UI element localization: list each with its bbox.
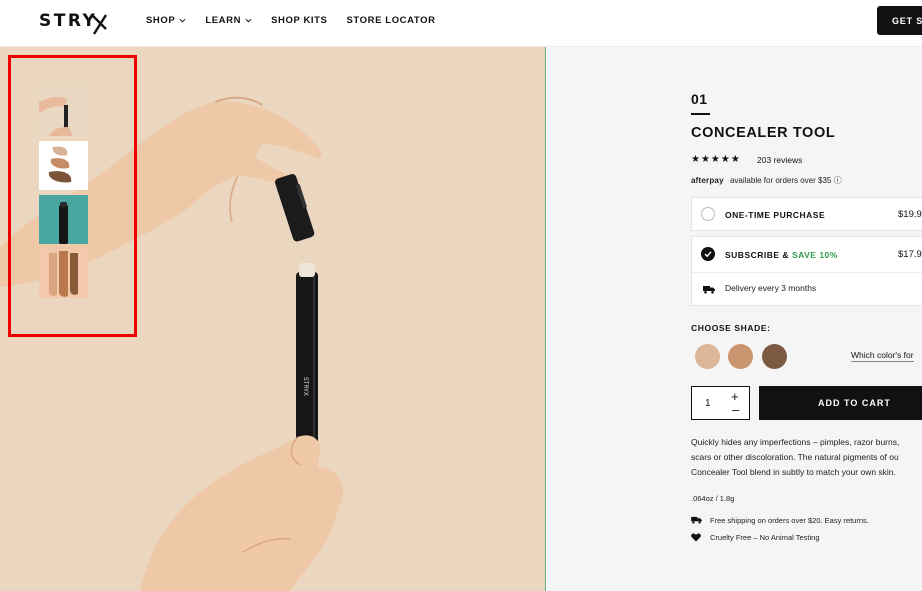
one-time-purchase-option[interactable]: ONE-TIME PURCHASE $19.9 [691,197,922,231]
nav-shop[interactable]: SHOP [146,15,186,26]
radio-unchecked-icon[interactable] [701,207,715,221]
heart-icon [691,533,701,542]
logo-x-mark [91,14,108,35]
description-line: Concealer Tool blend in subtly to match … [691,467,896,477]
description-line: Quickly hides any imperfections – pimple… [691,437,900,447]
afterpay-logo: afterpay [691,176,724,185]
description-line: scars or other discoloration. The natura… [691,452,899,462]
product-size: .064oz / 1.8g [691,494,735,503]
shade-swatch-light[interactable] [695,344,720,369]
one-time-label: ONE-TIME PURCHASE [725,210,826,220]
choose-shade-label: CHOOSE SHADE: [691,323,771,333]
feature-text: Free shipping on orders over $20. Easy r… [710,516,869,525]
subscribe-label: SUBSCRIBE & SAVE 10% [725,250,838,260]
subscribe-option[interactable]: SUBSCRIBE & SAVE 10% $17.9 Delivery ever… [691,236,922,306]
nav-shop-kits[interactable]: SHOP KITS [271,15,327,26]
nav-learn[interactable]: LEARN [205,15,252,26]
quantity-value[interactable]: 1 [705,398,711,409]
header-cta-button[interactable]: GET ST [877,6,922,35]
feature-cruelty-free: Cruelty Free – No Animal Testing [691,533,820,544]
site-header: STRY SHOP LEARN SHOP KITS STORE LOCATOR … [0,0,922,47]
radio-checked-icon[interactable] [701,247,715,261]
one-time-price: $19.9 [898,209,922,220]
delivery-frequency-select[interactable]: Delivery every 3 months [725,283,816,293]
option-divider [692,272,922,273]
afterpay-text[interactable]: available for orders over $35 ⓘ [730,176,842,185]
nav-store-locator[interactable]: STORE LOCATOR [347,15,436,26]
feature-text: Cruelty Free – No Animal Testing [710,533,820,542]
thumbnail-selection-highlight [8,55,137,337]
truck-icon [703,286,715,294]
chevron-down-icon [245,18,252,23]
afterpay-notice: afterpay available for orders over $35 ⓘ [691,175,842,186]
subscribe-price: $17.9 [898,249,922,260]
shade-swatch-dark[interactable] [762,344,787,369]
product-number-underline [691,113,710,115]
quantity-minus-button[interactable]: – [732,403,739,416]
chevron-down-icon [179,18,186,23]
save-percent: SAVE 10% [791,250,838,260]
shade-swatch-medium[interactable] [728,344,753,369]
which-color-link[interactable]: Which color's for [851,350,914,362]
product-description: Quickly hides any imperfections – pimple… [691,435,922,480]
review-count-link[interactable]: 203 reviews [757,155,802,165]
product-info-panel: 01 CONCEALER TOOL ★★★★★ 203 reviews afte… [547,47,922,591]
check-icon [704,251,712,258]
truck-icon [691,516,702,524]
quantity-stepper[interactable]: 1 + – [691,386,750,420]
add-to-cart-button[interactable]: ADD TO CART [759,386,922,420]
rating-stars[interactable]: ★★★★★ [691,154,741,165]
product-title: CONCEALER TOOL [691,125,836,141]
svg-text:STRYX: STRYX [302,377,309,396]
product-number: 01 [691,91,708,107]
main-nav: SHOP LEARN SHOP KITS STORE LOCATOR [146,15,455,26]
feature-free-shipping: Free shipping on orders over $20. Easy r… [691,516,869,526]
brand-logo[interactable]: STRY [39,11,97,31]
